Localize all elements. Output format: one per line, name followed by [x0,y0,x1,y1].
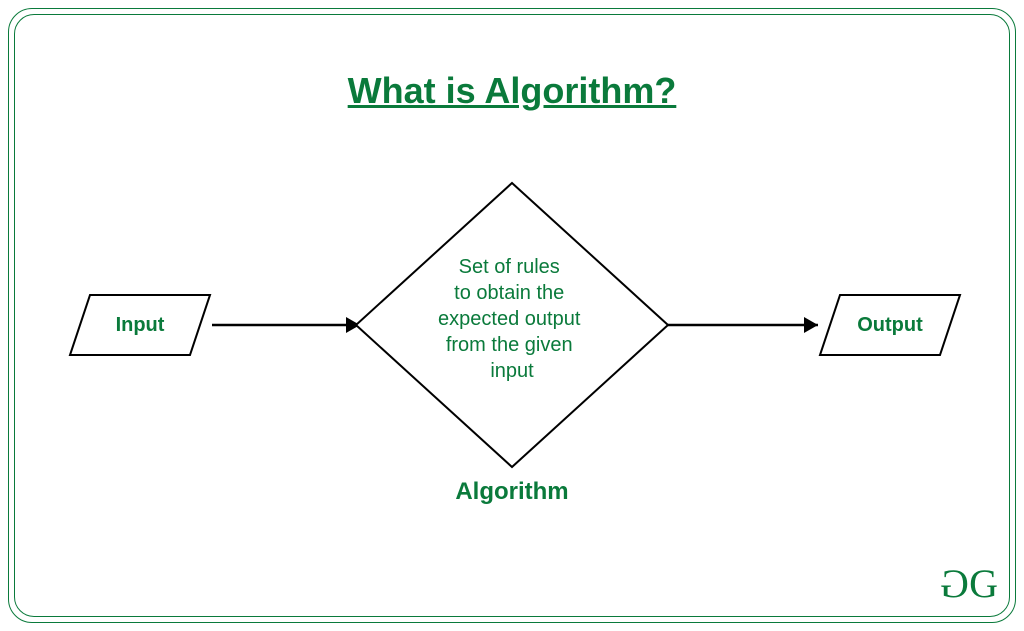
page-title: What is Algorithm? [0,70,1024,112]
brand-logo-icon: GG [944,560,994,607]
arrow-input-to-process [212,317,360,333]
arrow-process-to-output [668,317,818,333]
process-node: Set of rules to obtain the expected outp… [356,183,668,505]
input-label: Input [116,314,165,336]
algorithm-flowchart: Input Set of rules to obtain the expecte… [40,175,984,515]
output-label: Output [857,314,923,336]
output-node: Output [820,295,960,355]
input-node: Input [70,295,210,355]
process-caption: Algorithm [455,478,568,505]
